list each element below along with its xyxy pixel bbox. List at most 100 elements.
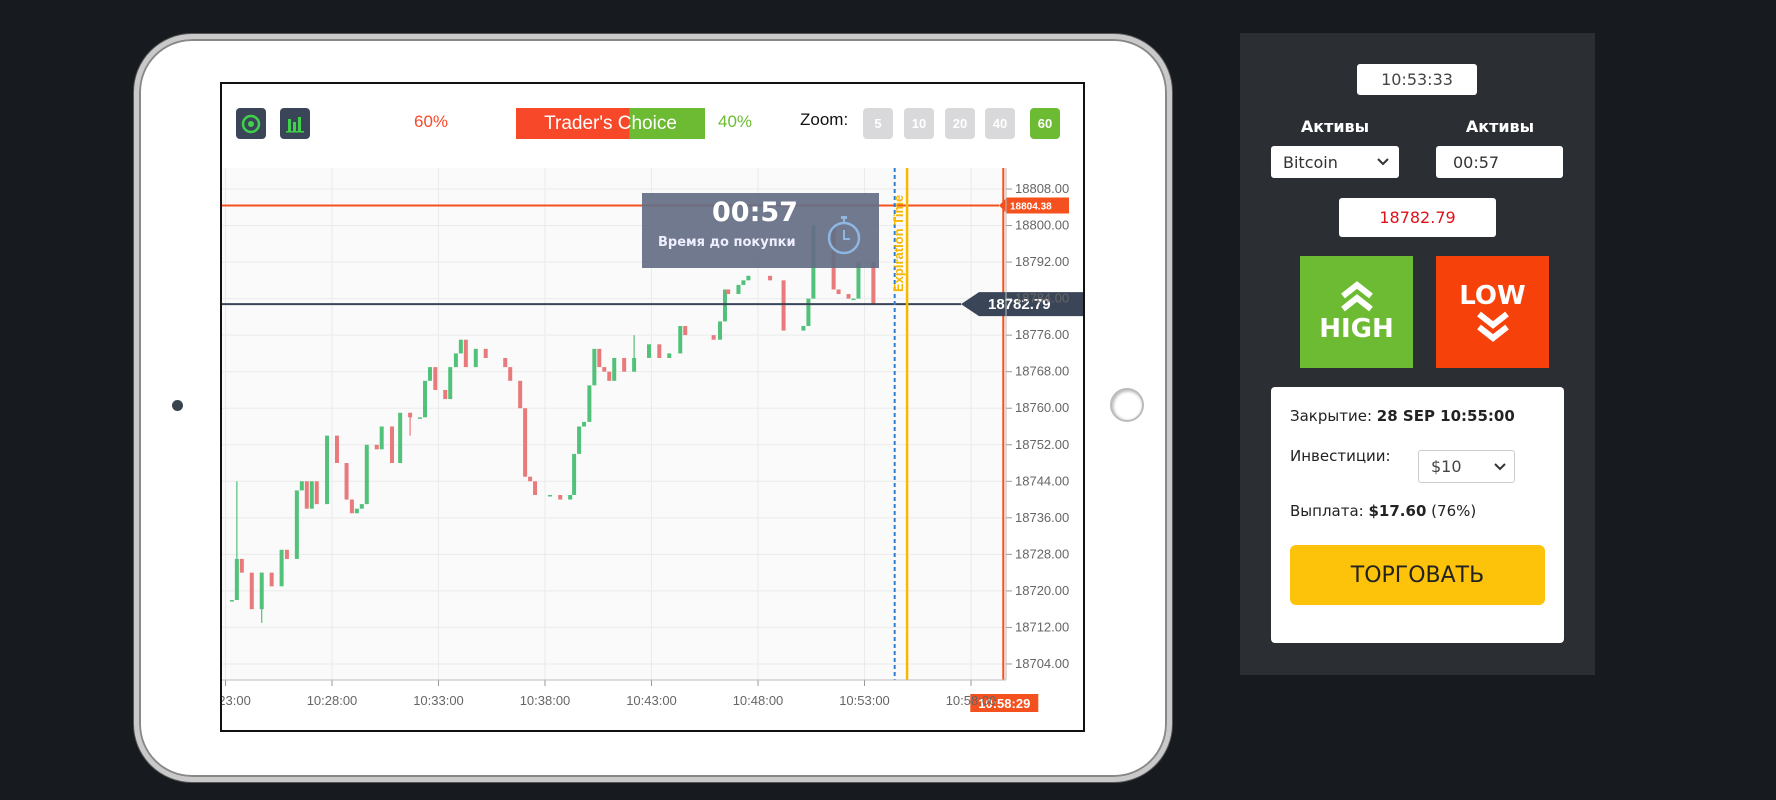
- candle-down: [508, 367, 513, 381]
- x-tick-label: 10:58:00: [946, 693, 997, 708]
- y-tick-label: 18776.00: [1015, 327, 1069, 342]
- trade-details-card: Закрытие: 28 SEP 10:55:00 Инвестиции: $1…: [1271, 387, 1564, 643]
- candle-down: [284, 549, 289, 559]
- candle-down: [558, 494, 563, 500]
- y-tick-label: 18768.00: [1015, 364, 1069, 379]
- low-button[interactable]: LOW: [1436, 256, 1549, 368]
- candle-up: [453, 353, 458, 368]
- candle-up: [806, 298, 811, 327]
- candle-up: [592, 348, 597, 386]
- candle-up: [325, 435, 330, 505]
- candle-up: [418, 417, 423, 419]
- payout-value: $17.60: [1368, 502, 1427, 520]
- candle-up: [427, 367, 432, 381]
- y-tick-label: 18752.00: [1015, 437, 1069, 452]
- candle-up: [801, 326, 806, 331]
- candle-up: [582, 421, 587, 427]
- candle-down: [871, 262, 876, 305]
- candle-up: [851, 298, 856, 301]
- candle-up: [364, 444, 369, 505]
- x-tick-label: 10:23:00: [222, 693, 251, 708]
- candle-down: [314, 481, 319, 505]
- y-tick-label: 18784.00: [1015, 291, 1069, 306]
- x-tick-label: 10:33:00: [413, 693, 464, 708]
- asset-select[interactable]: Bitcoin: [1271, 146, 1399, 178]
- y-tick-label: 18736.00: [1015, 510, 1069, 525]
- candle-down: [622, 357, 627, 372]
- candle-up: [279, 549, 284, 587]
- candle-up: [473, 348, 478, 368]
- timer-input[interactable]: 00:57: [1436, 146, 1563, 178]
- low-label: LOW: [1459, 281, 1526, 311]
- traders-choice-label: Trader's Choice: [544, 112, 677, 134]
- y-tick-label: 18792.00: [1015, 254, 1069, 269]
- investment-value: $10: [1431, 457, 1462, 476]
- asset-label: Активы: [1300, 117, 1370, 136]
- countdown-caption: Время до покупки: [658, 235, 796, 250]
- candle-down: [344, 463, 349, 500]
- y-tick-label: 18728.00: [1015, 546, 1069, 561]
- candle-up: [718, 321, 723, 340]
- close-time-label: Закрытие:: [1290, 407, 1373, 425]
- candle-down: [269, 572, 274, 587]
- bar-chart-icon[interactable]: [280, 108, 310, 139]
- traders-choice-bar: Trader's Choice: [516, 108, 705, 139]
- asset-select-value: Bitcoin: [1283, 152, 1338, 172]
- zoom-5-button[interactable]: 5: [863, 108, 893, 139]
- candle-down: [768, 275, 773, 281]
- zoom-20-button[interactable]: 20: [945, 108, 975, 139]
- zoom-40-button[interactable]: 40: [985, 108, 1015, 139]
- candle-down: [239, 558, 244, 573]
- high-button[interactable]: HIGH: [1300, 256, 1413, 368]
- investment-select[interactable]: $10: [1418, 450, 1515, 483]
- candle-down: [597, 348, 602, 368]
- candle-down: [408, 412, 413, 418]
- candle-up: [587, 385, 592, 422]
- x-tick-label: 10:48:00: [733, 693, 784, 708]
- tablet-home-button: [1110, 388, 1144, 422]
- candle-up: [229, 600, 234, 602]
- strike-price-tag-label: 18804.38: [1010, 202, 1052, 213]
- candle-down: [518, 380, 523, 409]
- target-icon[interactable]: [236, 108, 266, 139]
- candle-up: [678, 326, 683, 354]
- candle-down: [683, 326, 688, 336]
- trade-button[interactable]: ТОРГОВАТЬ: [1290, 545, 1545, 605]
- zoom-60-button[interactable]: 60: [1030, 108, 1060, 139]
- candle-down: [523, 408, 528, 477]
- candle-down: [389, 426, 394, 464]
- plot-background: [222, 168, 1006, 680]
- candle-down: [304, 481, 309, 509]
- candle-down: [726, 289, 731, 295]
- candle-down: [443, 389, 448, 400]
- x-tick-label: 10:53:00: [839, 693, 890, 708]
- y-tick-label: 18744.00: [1015, 473, 1069, 488]
- close-time-value: 28 SEP 10:55:00: [1376, 407, 1515, 425]
- candle-down: [781, 280, 786, 331]
- candle-up: [547, 494, 552, 497]
- double-chevron-up-icon: [1340, 281, 1373, 312]
- candle-up: [299, 481, 304, 491]
- candle-up: [746, 275, 751, 281]
- purchase-countdown-tooltip: 00:57 Время до покупки: [642, 193, 879, 268]
- y-tick-label: 18760.00: [1015, 400, 1069, 415]
- candle-down: [334, 435, 339, 464]
- candle-down: [836, 289, 841, 295]
- y-tick-label: 18808.00: [1015, 181, 1069, 196]
- buy-percentage: 40%: [718, 112, 753, 131]
- x-tick-label: 10:43:00: [626, 693, 677, 708]
- zoom-10-button[interactable]: 10: [904, 108, 934, 139]
- chevron-down-icon: [1494, 462, 1506, 470]
- y-tick-label: 18800.00: [1015, 218, 1069, 233]
- candle-down: [528, 476, 533, 482]
- high-label: HIGH: [1319, 314, 1394, 344]
- candle-up: [741, 280, 746, 285]
- candle-down: [349, 499, 354, 514]
- expiration-label: Expiration Time: [891, 195, 906, 292]
- candle-down: [374, 444, 379, 450]
- clock-display: 10:53:33: [1357, 64, 1477, 95]
- timer-label: Активы: [1465, 117, 1535, 136]
- candle-up: [612, 357, 617, 381]
- chevron-down-icon: [1377, 158, 1389, 166]
- candle-up: [398, 412, 403, 464]
